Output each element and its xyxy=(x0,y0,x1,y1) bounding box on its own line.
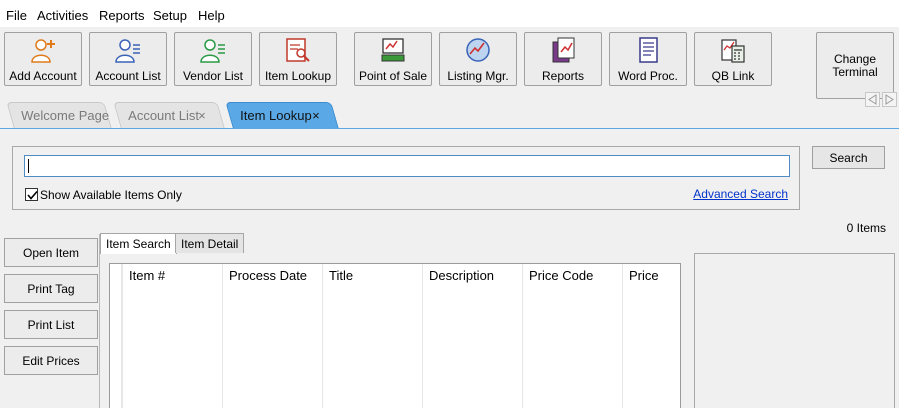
edit-prices-button[interactable]: Edit Prices xyxy=(4,346,98,375)
item-lookup-button[interactable]: Item Lookup xyxy=(259,32,337,86)
column-header-process-date: Process Date xyxy=(229,268,308,283)
column-header-title: Title xyxy=(329,268,354,283)
word-processor-icon xyxy=(639,37,658,63)
items-table: Item # Process Date Title Description Pr… xyxy=(109,263,681,408)
menu-activities[interactable]: Activities xyxy=(37,8,88,23)
listing-manager-button[interactable]: Listing Mgr. xyxy=(439,32,517,86)
print-tag-button[interactable]: Print Tag xyxy=(4,274,98,303)
account-list-button[interactable]: Account List xyxy=(89,32,167,86)
item-lookup-label: Item Lookup xyxy=(264,69,332,83)
account-list-label: Account List xyxy=(95,69,161,83)
column-header-item-number: Item # xyxy=(129,268,166,283)
document-tabs: Welcome Page Account List × Item Lookup … xyxy=(0,102,899,129)
change-terminal-button[interactable]: Change Terminal xyxy=(816,32,894,99)
word-processor-button[interactable]: Word Proc. xyxy=(609,32,687,86)
vendor-list-label: Vendor List xyxy=(182,69,244,83)
tab-item-lookup-close-icon[interactable]: × xyxy=(312,108,320,123)
row-header-column xyxy=(110,264,122,408)
add-account-label: Add Account xyxy=(9,69,77,83)
point-of-sale-icon xyxy=(381,38,405,62)
column-header-price: Price xyxy=(629,268,659,283)
menu-help[interactable]: Help xyxy=(198,8,225,23)
search-button[interactable]: Search xyxy=(812,146,885,169)
column-price[interactable]: Price xyxy=(622,264,680,408)
tab-welcome-page-label: Welcome Page xyxy=(21,108,110,123)
reports-label: Reports xyxy=(541,69,585,83)
column-price-code[interactable]: Price Code xyxy=(522,264,622,408)
add-account-button[interactable]: Add Account xyxy=(4,32,82,86)
subtab-item-search[interactable]: Item Search xyxy=(100,233,177,254)
vendor-list-icon xyxy=(200,39,225,63)
action-panel: Open Item Print Tag Print List Edit Pric… xyxy=(0,234,100,408)
tab-account-list-close-icon[interactable]: × xyxy=(198,108,206,123)
advanced-search-link[interactable]: Advanced Search xyxy=(693,187,788,201)
text-caret xyxy=(28,159,29,173)
qb-link-button[interactable]: QB Link xyxy=(694,32,772,86)
column-title[interactable]: Title xyxy=(322,264,422,408)
item-preview-panel xyxy=(694,253,895,408)
show-available-checkbox[interactable] xyxy=(25,188,38,201)
item-count: 0 Items xyxy=(846,221,886,235)
qb-link-icon xyxy=(721,39,745,63)
word-processor-label: Word Proc. xyxy=(618,69,678,83)
account-list-icon xyxy=(115,39,140,63)
tab-item-lookup-label: Item Lookup xyxy=(240,108,312,123)
checkmark-icon xyxy=(27,190,38,200)
show-available-label: Show Available Items Only xyxy=(40,188,182,202)
qb-link-label: QB Link xyxy=(711,69,755,83)
reports-icon xyxy=(552,37,575,63)
tab-item-lookup[interactable]: Item Lookup × xyxy=(225,102,339,128)
menu-bar: File Activities Reports Setup Help xyxy=(0,0,899,27)
open-item-button[interactable]: Open Item xyxy=(4,238,98,267)
point-of-sale-button[interactable]: Point of Sale xyxy=(354,32,432,86)
search-panel: Show Available Items Only Advanced Searc… xyxy=(12,146,800,210)
column-process-date[interactable]: Process Date xyxy=(222,264,322,408)
column-header-price-code: Price Code xyxy=(529,268,594,283)
reports-button[interactable]: Reports xyxy=(524,32,602,86)
item-lookup-icon xyxy=(286,38,310,62)
tab-account-list-label: Account List xyxy=(128,108,199,123)
listing-manager-label: Listing Mgr. xyxy=(447,69,509,83)
column-header-description: Description xyxy=(429,268,495,283)
add-account-icon xyxy=(31,39,55,63)
column-description[interactable]: Description xyxy=(422,264,522,408)
menu-setup[interactable]: Setup xyxy=(153,8,187,23)
print-list-button[interactable]: Print List xyxy=(4,310,98,339)
search-input[interactable] xyxy=(24,155,790,177)
tab-welcome-page[interactable]: Welcome Page xyxy=(6,102,112,128)
item-lookup-panel: Show Available Items Only Advanced Searc… xyxy=(0,129,899,408)
column-item-number[interactable]: Item # xyxy=(122,264,222,408)
point-of-sale-label: Point of Sale xyxy=(358,69,428,83)
subtab-item-detail[interactable]: Item Detail xyxy=(175,233,245,253)
tab-account-list[interactable]: Account List × xyxy=(113,102,225,128)
vendor-list-button[interactable]: Vendor List xyxy=(174,32,252,86)
listing-manager-icon xyxy=(466,38,490,62)
menu-file[interactable]: File xyxy=(6,8,27,23)
menu-reports[interactable]: Reports xyxy=(99,8,145,23)
